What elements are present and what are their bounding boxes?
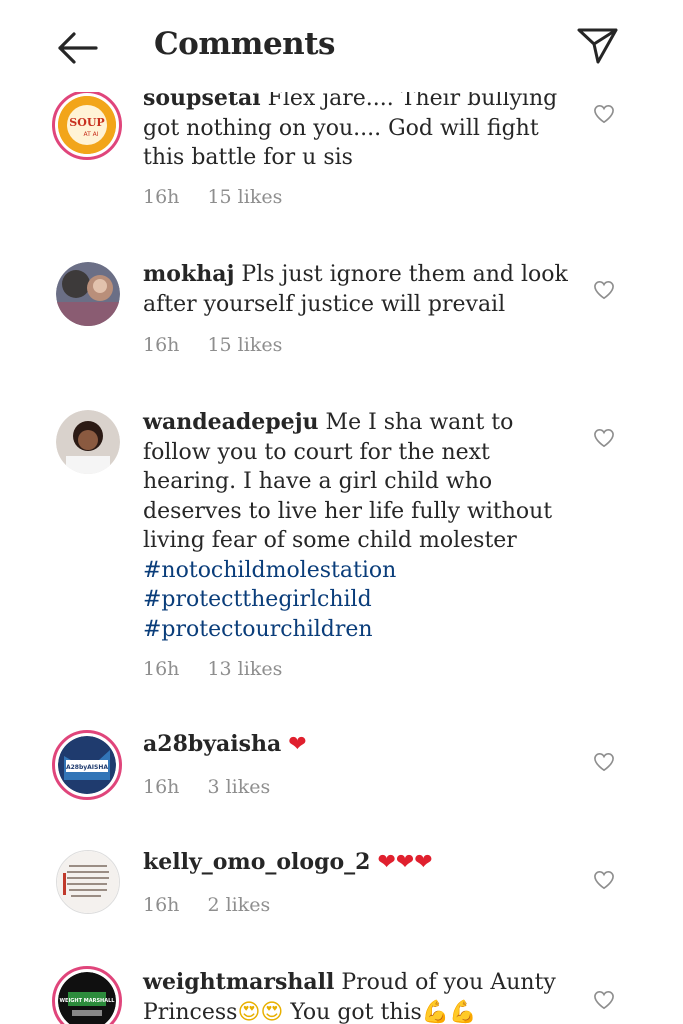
comment-likes[interactable]: 15 likes [207,186,282,208]
comment-text: weightmarshall Proud of you Aunty Prince… [143,968,568,1024]
heart-outline-icon[interactable] [593,280,615,300]
heart-outline-icon[interactable] [593,104,615,124]
weight-marshall-logo-icon: WEIGHT MARSHALL [58,972,116,1024]
heart-outline-icon[interactable] [593,752,615,772]
comment-likes[interactable]: 3 likes [207,776,270,798]
comment-text: mokhaj Pls just ignore them and look aft… [143,261,568,317]
heart-emoji: ❤ [288,732,307,757]
avatar[interactable]: A28byAISHA [52,730,122,800]
avatar[interactable]: SOUP AT AI [52,90,122,160]
comment-meta: 16h 3 likes [143,776,292,798]
comment-text: kelly_omo_ologo_2 ❤❤❤ [143,848,568,878]
page-title: Comments [154,26,336,62]
comment-meta: 16h 13 likes [143,658,304,680]
user-photo-icon [56,262,120,326]
app-header: Comments [0,0,683,92]
heart-eyes-emoji: 😍😍 [237,999,284,1024]
avatar[interactable] [56,850,120,914]
comment-username[interactable]: kelly_omo_ologo_2 [143,849,370,875]
comment-meta: 16h 15 likes [143,186,304,208]
svg-text:A28byAISHA: A28byAISHA [66,764,108,771]
comment-meta: 16h 15 likes [143,334,304,356]
comment-username[interactable]: wandeadepeju [143,409,319,435]
comment-username[interactable]: a28byaisha [143,731,281,757]
heart-outline-icon[interactable] [593,990,615,1010]
user-photo-icon [56,410,120,474]
text-image-icon [57,851,119,913]
comment-time: 16h [143,658,180,680]
heart-outline-icon[interactable] [593,870,615,890]
underlined-text: You got [283,999,374,1024]
svg-text:AT AI: AT AI [83,131,98,138]
svg-text:SOUP: SOUP [69,116,104,129]
paper-plane-icon[interactable] [574,22,620,68]
comment-time: 16h [143,776,180,798]
comment-username[interactable]: mokhaj [143,261,234,287]
comment-text: soupsetai Flex jare.... Their bullying g… [143,85,558,170]
flexed-biceps-emoji: 💪💪 [421,999,477,1024]
comment-likes[interactable]: 15 likes [207,334,282,356]
comment-likes[interactable]: 13 likes [207,658,282,680]
comment-time: 16h [143,186,180,208]
a28-logo-icon: A28byAISHA [58,736,116,794]
hashtag-link[interactable]: #protectourchildren [143,617,373,642]
comment-likes[interactable]: 2 likes [207,894,270,916]
svg-text:WEIGHT MARSHALL: WEIGHT MARSHALL [60,998,116,1004]
comment-username[interactable]: weightmarshall [143,969,334,995]
comments-list[interactable]: SOUP AT AI soupsetai Flex jare.... Their… [0,0,683,1024]
avatar[interactable]: WEIGHT MARSHALL [52,966,122,1024]
hashtag-link[interactable]: #notochildmolestation [143,558,396,583]
comment-meta: 16h 2 likes [143,894,292,916]
heart-outline-icon[interactable] [593,428,615,448]
avatar[interactable] [56,410,120,474]
soup-logo-icon: SOUP AT AI [58,96,116,154]
comment-time: 16h [143,894,180,916]
comment-time: 16h [143,334,180,356]
comment-text: wandeadepeju Me I sha want to follow you… [143,409,553,642]
comment-text: a28byaisha ❤ [143,730,568,760]
hashtag-link[interactable]: #protectthegirlchild [143,587,372,612]
avatar[interactable] [56,262,120,326]
arrow-left-icon[interactable] [54,28,102,68]
heart-emoji: ❤❤❤ [377,850,433,875]
